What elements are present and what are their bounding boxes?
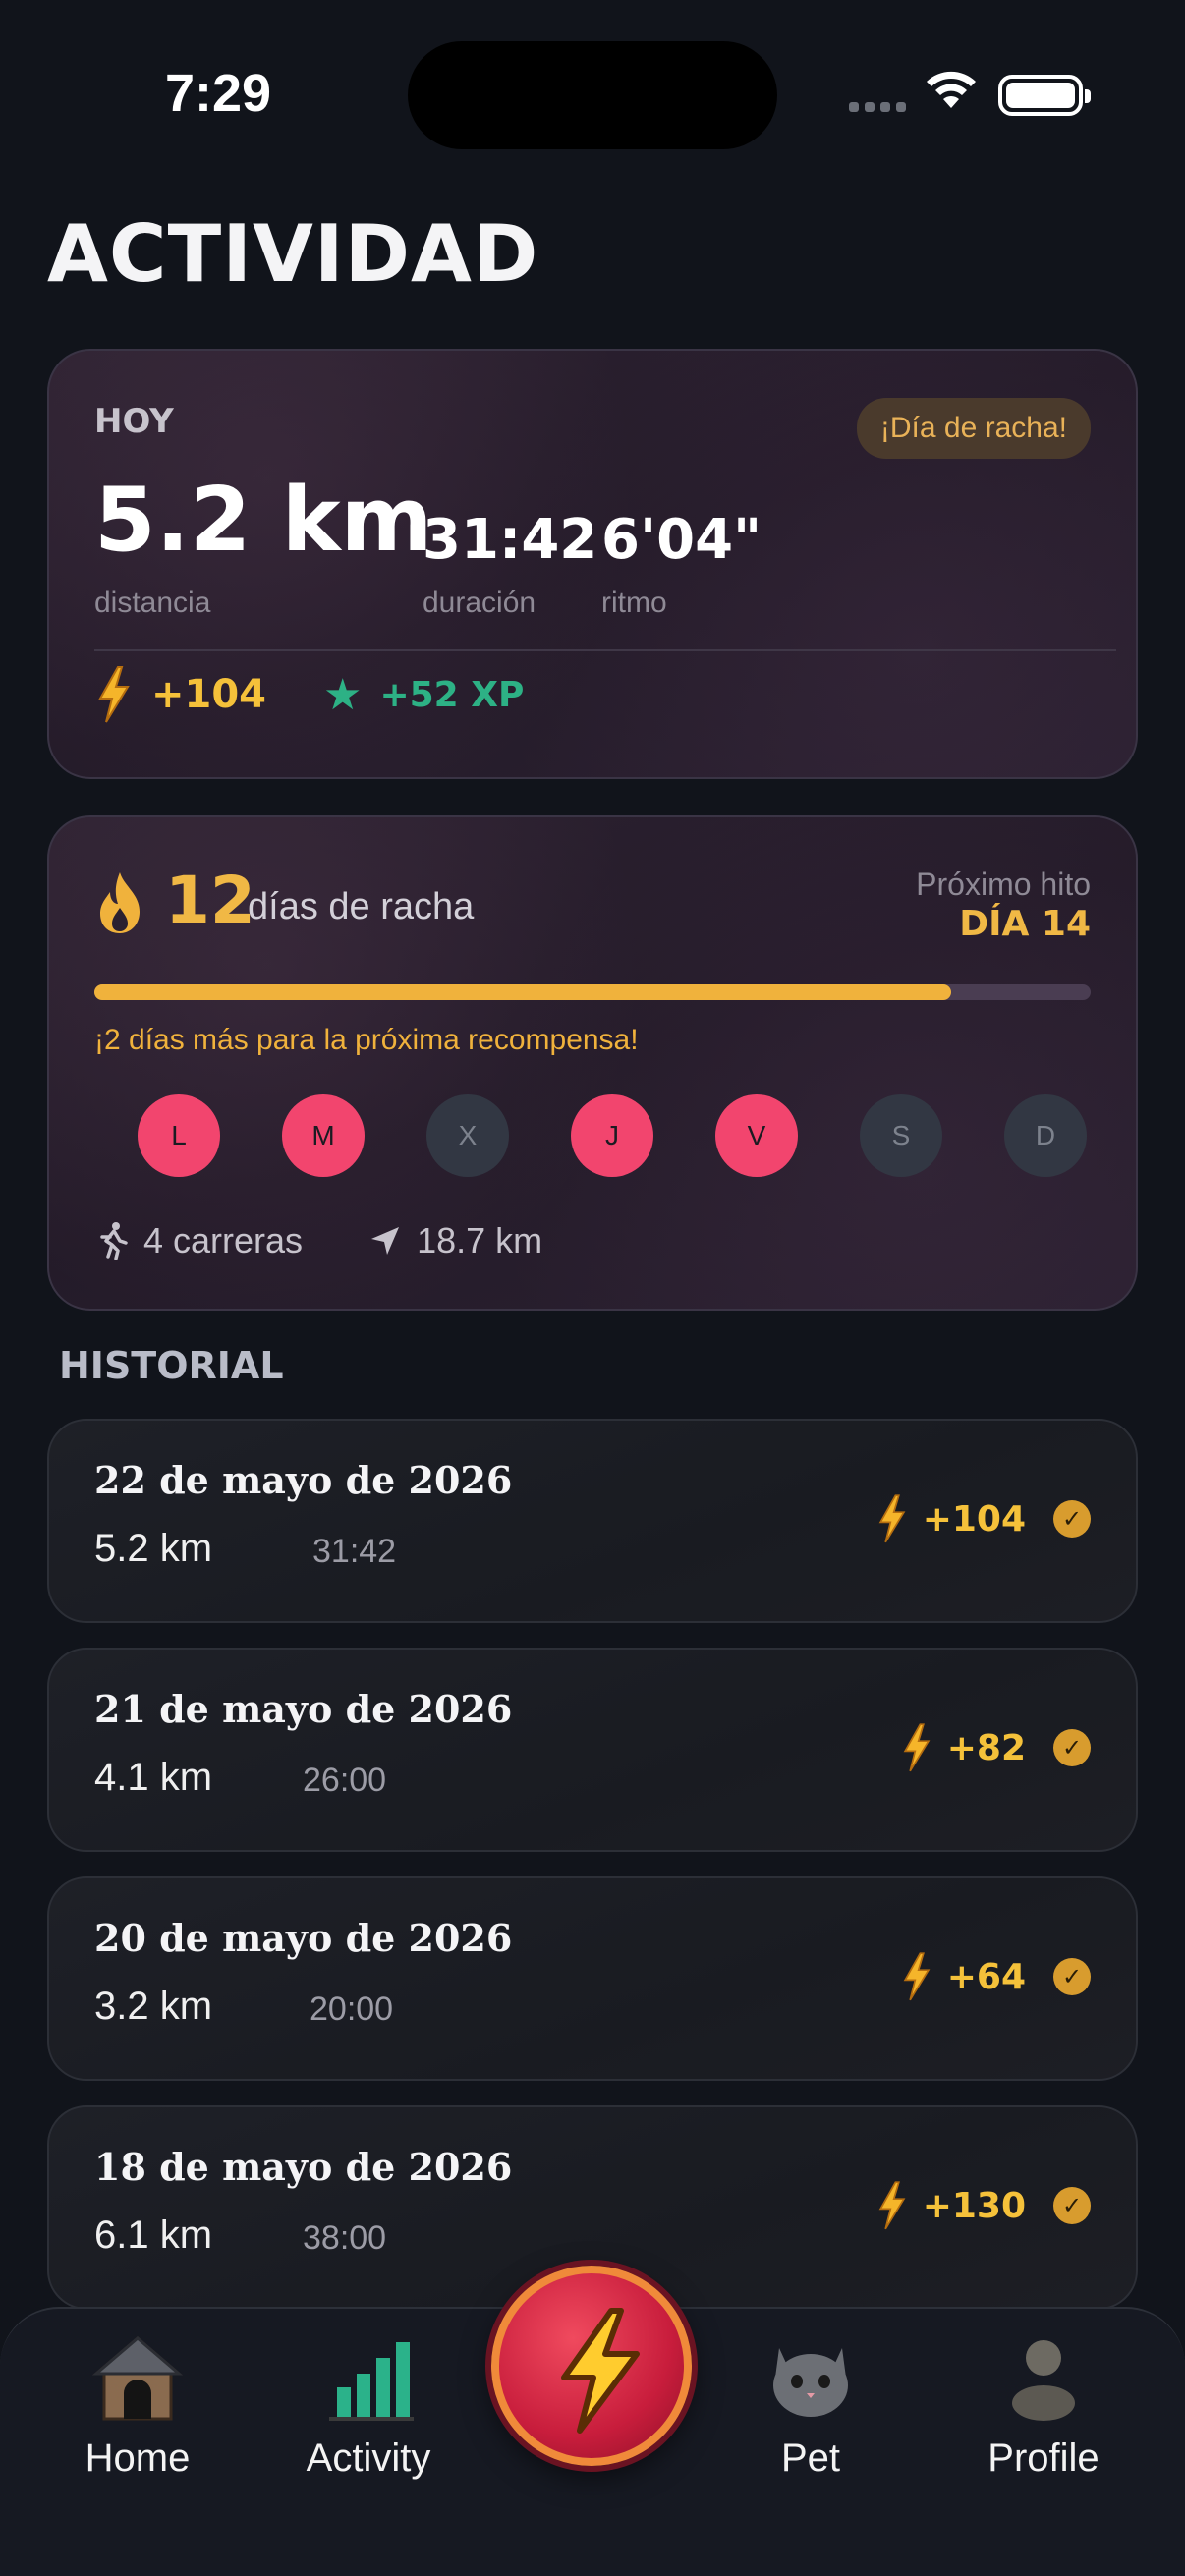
check-icon: ✓ — [1053, 1500, 1091, 1538]
today-xp: +52 XP — [379, 674, 525, 715]
history-reward: +64 ✓ — [900, 1951, 1091, 2002]
profile-figure-icon — [1012, 2340, 1075, 2421]
history-title: HISTORIAL — [59, 1344, 284, 1387]
today-pace: 6'04" — [601, 508, 762, 572]
history-date: 18 de mayo de 2026 — [94, 2145, 513, 2189]
page-title: ACTIVIDAD — [47, 208, 539, 300]
cellular-signal-icon — [849, 102, 906, 112]
cat-icon — [773, 2348, 848, 2417]
week-stats: 4 carreras 18.7 km — [94, 1220, 542, 1261]
today-duration: 31:42 — [423, 508, 598, 572]
wifi-icon — [927, 71, 976, 108]
history-card[interactable]: 20 de mayo de 2026 3.2 km 20:00 +64 ✓ — [47, 1876, 1138, 2081]
history-points: +130 — [922, 2185, 1026, 2226]
weekday-x: X — [426, 1094, 509, 1177]
total-distance: 18.7 km — [417, 1220, 543, 1260]
history-card[interactable]: 21 de mayo de 2026 4.1 km 26:00 +82 ✓ — [47, 1648, 1138, 1852]
history-reward: +130 ✓ — [875, 2180, 1091, 2231]
runner-icon — [100, 1222, 128, 1260]
weekday-row: LMXJVSD — [138, 1094, 1097, 1177]
today-rewards: +104 ★ +52 XP — [94, 665, 524, 724]
distance-label: distancia — [94, 587, 211, 619]
battery-icon — [998, 75, 1091, 116]
start-run-button[interactable] — [491, 2266, 692, 2466]
duration-label: duración — [423, 587, 536, 619]
history-duration: 38:00 — [303, 2219, 387, 2257]
history-reward: +82 ✓ — [900, 1722, 1091, 1773]
dynamic-island — [408, 41, 777, 149]
streak-card[interactable]: 12 días de racha Próximo hito DÍA 14 ¡2 … — [47, 815, 1138, 1311]
history-distance: 5.2 km — [94, 1527, 213, 1570]
history-duration: 26:00 — [303, 1762, 387, 1799]
lightning-icon — [903, 1952, 931, 2001]
streak-progress-bar — [94, 984, 1091, 1000]
today-points: +104 — [151, 672, 267, 717]
flame-icon — [100, 872, 140, 933]
runs-count: 4 carreras — [143, 1220, 304, 1260]
history-points: +82 — [946, 1727, 1026, 1768]
history-distance: 3.2 km — [94, 1985, 213, 2028]
tab-pet-label: Pet — [780, 2436, 841, 2480]
history-card[interactable]: 22 de mayo de 2026 5.2 km 31:42 +104 ✓ — [47, 1419, 1138, 1623]
history-reward: +104 ✓ — [875, 1493, 1091, 1544]
pace-label: ritmo — [601, 587, 667, 619]
streak-message: ¡2 días más para la próxima recompensa! — [94, 1024, 639, 1056]
location-arrow-icon — [371, 1227, 400, 1255]
tab-activity-label: Activity — [306, 2436, 431, 2480]
history-duration: 31:42 — [312, 1533, 397, 1570]
streak-count: 12 — [165, 863, 255, 938]
tab-activity[interactable]: Activity — [270, 2328, 467, 2481]
status-time: 7:29 — [165, 64, 272, 123]
tab-profile[interactable]: Profile — [945, 2328, 1142, 2481]
star-icon: ★ — [323, 670, 363, 719]
lightning-icon — [903, 1723, 931, 1772]
bar-chart-icon — [329, 2342, 414, 2421]
tab-pet[interactable]: Pet — [712, 2328, 909, 2481]
milestone-value: DÍA 14 — [959, 904, 1091, 944]
today-card[interactable]: HOY ¡Día de racha! 5.2 km distancia 31:4… — [47, 349, 1138, 779]
tab-profile-label: Profile — [988, 2436, 1100, 2480]
weekday-m: M — [282, 1094, 365, 1177]
check-icon: ✓ — [1053, 1958, 1091, 1995]
weekday-d: D — [1004, 1094, 1087, 1177]
streak-day-badge: ¡Día de racha! — [856, 398, 1091, 459]
history-date: 21 de mayo de 2026 — [94, 1687, 513, 1731]
weekday-j: J — [571, 1094, 653, 1177]
history-distance: 4.1 km — [94, 1756, 213, 1799]
tab-home[interactable]: Home — [39, 2328, 236, 2481]
weekday-v: V — [715, 1094, 798, 1177]
status-bar: 7:29 — [0, 0, 1185, 187]
history-points: +64 — [946, 1956, 1026, 1997]
lightning-icon — [561, 2308, 640, 2434]
doghouse-icon — [91, 2336, 184, 2421]
check-icon: ✓ — [1053, 2187, 1091, 2224]
today-distance: 5.2 km — [94, 469, 433, 572]
tab-home-label: Home — [85, 2436, 191, 2480]
history-distance: 6.1 km — [94, 2213, 213, 2257]
today-label: HOY — [94, 402, 174, 441]
lightning-icon — [878, 2181, 906, 2230]
check-icon: ✓ — [1053, 1729, 1091, 1766]
milestone-label: Próximo hito — [916, 867, 1091, 902]
lightning-icon — [878, 1494, 906, 1543]
weekday-s: S — [860, 1094, 942, 1177]
history-points: +104 — [922, 1498, 1026, 1540]
streak-text: días de racha — [248, 886, 475, 927]
divider — [94, 649, 1116, 651]
lightning-icon — [98, 666, 130, 723]
history-date: 22 de mayo de 2026 — [94, 1458, 513, 1502]
streak-progress-fill — [94, 984, 952, 1000]
history-date: 20 de mayo de 2026 — [94, 1916, 513, 1960]
history-duration: 20:00 — [310, 1990, 394, 2028]
weekday-l: L — [138, 1094, 220, 1177]
